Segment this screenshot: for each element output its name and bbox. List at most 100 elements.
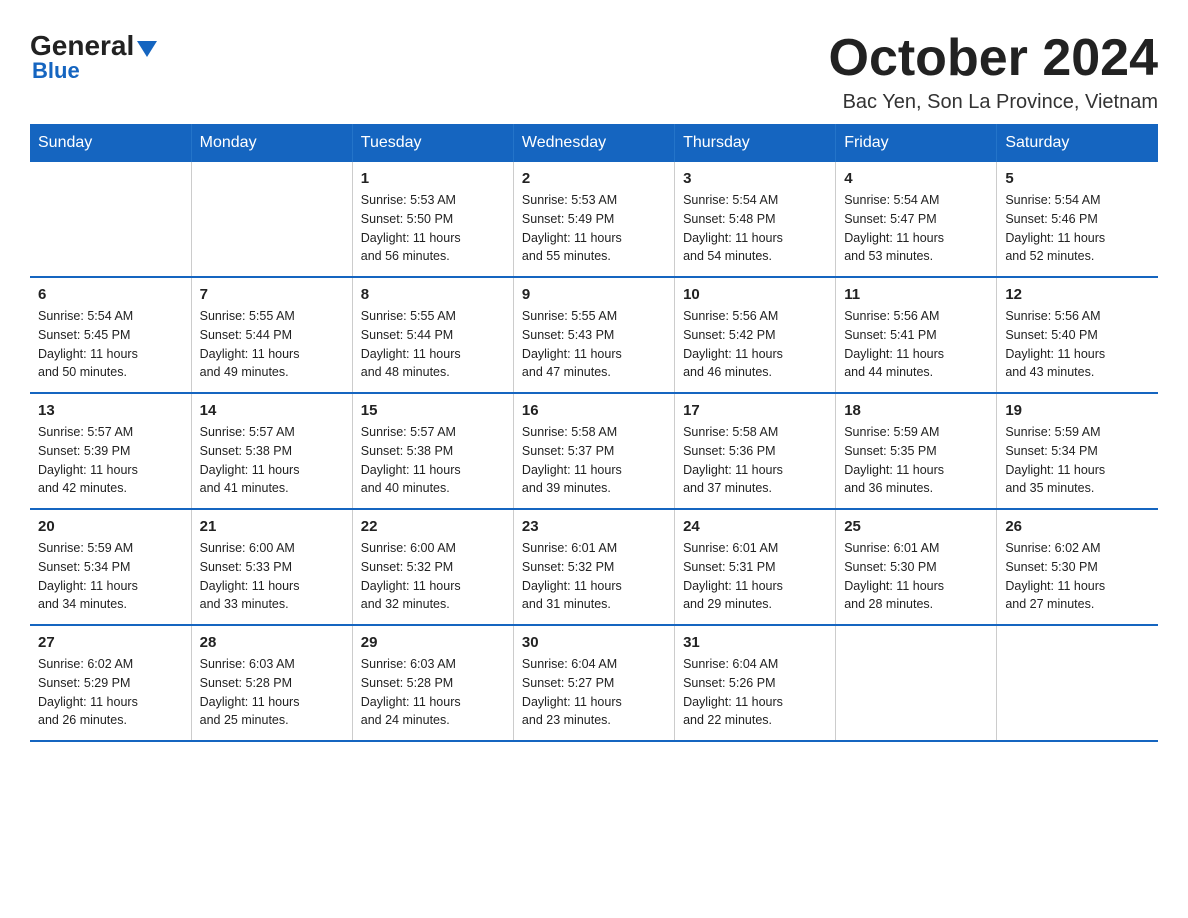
weekday-header-thursday: Thursday — [675, 124, 836, 162]
calendar-cell: 15 Sunrise: 5:57 AM Sunset: 5:38 PM Dayli… — [352, 393, 513, 509]
calendar-week-row: 27Sunrise: 6:02 AM Sunset: 5:29 PM Dayli… — [30, 625, 1158, 741]
calendar-cell: 17Sunrise: 5:58 AM Sunset: 5:36 PM Dayli… — [675, 393, 836, 509]
calendar-cell: 30Sunrise: 6:04 AM Sunset: 5:27 PM Dayli… — [513, 625, 674, 741]
day-number: 31 — [683, 634, 827, 651]
calendar-cell: 25 Sunrise: 6:01 AM Sunset: 5:30 PM Dayli… — [836, 509, 997, 625]
calendar-cell: 12 Sunrise: 5:56 AM Sunset: 5:40 PM Dayli… — [997, 277, 1158, 393]
calendar-cell — [191, 162, 352, 277]
day-number: 5 — [1005, 170, 1150, 187]
day-number: 26 — [1005, 518, 1150, 535]
day-info: Sunrise: 5:54 AM Sunset: 5:48 PM Dayligh… — [683, 191, 827, 266]
day-number: 28 — [200, 634, 344, 651]
calendar-week-row: 20Sunrise: 5:59 AM Sunset: 5:34 PM Dayli… — [30, 509, 1158, 625]
month-title: October 2024 — [829, 30, 1159, 87]
day-number: 23 — [522, 518, 666, 535]
day-number: 1 — [361, 170, 505, 187]
day-info: Sunrise: 5:56 AM Sunset: 5:42 PM Dayligh… — [683, 307, 827, 382]
logo-blue-text: Blue — [32, 58, 80, 84]
calendar-cell: 4Sunrise: 5:54 AM Sunset: 5:47 PM Daylig… — [836, 162, 997, 277]
day-number: 20 — [38, 518, 183, 535]
day-info: Sunrise: 5:59 AM Sunset: 5:35 PM Dayligh… — [844, 423, 988, 498]
day-info: Sunrise: 6:02 AM Sunset: 5:29 PM Dayligh… — [38, 655, 183, 730]
calendar-cell — [836, 625, 997, 741]
day-info: Sunrise: 6:03 AM Sunset: 5:28 PM Dayligh… — [200, 655, 344, 730]
day-number: 16 — [522, 402, 666, 419]
calendar-cell: 1 Sunrise: 5:53 AM Sunset: 5:50 PM Daylig… — [352, 162, 513, 277]
day-number: 7 — [200, 286, 344, 303]
calendar-cell: 19 Sunrise: 5:59 AM Sunset: 5:34 PM Dayli… — [997, 393, 1158, 509]
day-number: 3 — [683, 170, 827, 187]
day-number: 13 — [38, 402, 183, 419]
day-info: Sunrise: 5:57 AM Sunset: 5:38 PM Dayligh… — [361, 423, 505, 498]
calendar-cell: 11 Sunrise: 5:56 AM Sunset: 5:41 PM Dayli… — [836, 277, 997, 393]
day-number: 15 — [361, 402, 505, 419]
day-info: Sunrise: 5:54 AM Sunset: 5:46 PM Dayligh… — [1005, 191, 1150, 266]
day-info: Sunrise: 5:58 AM Sunset: 5:36 PM Dayligh… — [683, 423, 827, 498]
day-number: 21 — [200, 518, 344, 535]
calendar-week-row: 13 Sunrise: 5:57 AM Sunset: 5:39 PM Dayli… — [30, 393, 1158, 509]
day-number: 11 — [844, 286, 988, 303]
day-number: 8 — [361, 286, 505, 303]
day-info: Sunrise: 5:55 AM Sunset: 5:44 PM Dayligh… — [200, 307, 344, 382]
calendar-cell: 10 Sunrise: 5:56 AM Sunset: 5:42 PM Dayli… — [675, 277, 836, 393]
weekday-header-saturday: Saturday — [997, 124, 1158, 162]
calendar-header: SundayMondayTuesdayWednesdayThursdayFrid… — [30, 124, 1158, 162]
day-number: 2 — [522, 170, 666, 187]
logo-triangle-icon — [137, 41, 157, 57]
weekday-header-friday: Friday — [836, 124, 997, 162]
calendar-week-row: 6Sunrise: 5:54 AM Sunset: 5:45 PM Daylig… — [30, 277, 1158, 393]
calendar-cell: 14Sunrise: 5:57 AM Sunset: 5:38 PM Dayli… — [191, 393, 352, 509]
day-info: Sunrise: 6:01 AM Sunset: 5:32 PM Dayligh… — [522, 539, 666, 614]
calendar-cell: 24Sunrise: 6:01 AM Sunset: 5:31 PM Dayli… — [675, 509, 836, 625]
day-info: Sunrise: 6:02 AM Sunset: 5:30 PM Dayligh… — [1005, 539, 1150, 614]
calendar-cell: 13 Sunrise: 5:57 AM Sunset: 5:39 PM Dayli… — [30, 393, 191, 509]
day-info: Sunrise: 6:01 AM Sunset: 5:30 PM Dayligh… — [844, 539, 988, 614]
day-info: Sunrise: 6:04 AM Sunset: 5:26 PM Dayligh… — [683, 655, 827, 730]
calendar-cell: 16 Sunrise: 5:58 AM Sunset: 5:37 PM Dayli… — [513, 393, 674, 509]
day-info: Sunrise: 5:58 AM Sunset: 5:37 PM Dayligh… — [522, 423, 666, 498]
day-number: 29 — [361, 634, 505, 651]
calendar-cell: 18 Sunrise: 5:59 AM Sunset: 5:35 PM Dayli… — [836, 393, 997, 509]
day-number: 30 — [522, 634, 666, 651]
calendar-cell — [997, 625, 1158, 741]
day-info: Sunrise: 5:56 AM Sunset: 5:40 PM Dayligh… — [1005, 307, 1150, 382]
day-info: Sunrise: 5:53 AM Sunset: 5:50 PM Dayligh… — [361, 191, 505, 266]
location-text: Bac Yen, Son La Province, Vietnam — [829, 91, 1159, 114]
calendar-cell: 2Sunrise: 5:53 AM Sunset: 5:49 PM Daylig… — [513, 162, 674, 277]
calendar-cell: 28 Sunrise: 6:03 AM Sunset: 5:28 PM Dayli… — [191, 625, 352, 741]
calendar-cell: 31 Sunrise: 6:04 AM Sunset: 5:26 PM Dayli… — [675, 625, 836, 741]
day-info: Sunrise: 5:59 AM Sunset: 5:34 PM Dayligh… — [1005, 423, 1150, 498]
calendar-body: 1 Sunrise: 5:53 AM Sunset: 5:50 PM Daylig… — [30, 162, 1158, 741]
day-number: 12 — [1005, 286, 1150, 303]
calendar-table: SundayMondayTuesdayWednesdayThursdayFrid… — [30, 124, 1158, 742]
day-info: Sunrise: 5:56 AM Sunset: 5:41 PM Dayligh… — [844, 307, 988, 382]
calendar-cell: 3 Sunrise: 5:54 AM Sunset: 5:48 PM Daylig… — [675, 162, 836, 277]
calendar-cell: 9Sunrise: 5:55 AM Sunset: 5:43 PM Daylig… — [513, 277, 674, 393]
calendar-cell: 29Sunrise: 6:03 AM Sunset: 5:28 PM Dayli… — [352, 625, 513, 741]
calendar-cell: 26 Sunrise: 6:02 AM Sunset: 5:30 PM Dayli… — [997, 509, 1158, 625]
calendar-week-row: 1 Sunrise: 5:53 AM Sunset: 5:50 PM Daylig… — [30, 162, 1158, 277]
calendar-cell: 23 Sunrise: 6:01 AM Sunset: 5:32 PM Dayli… — [513, 509, 674, 625]
day-info: Sunrise: 5:55 AM Sunset: 5:44 PM Dayligh… — [361, 307, 505, 382]
weekday-header-wednesday: Wednesday — [513, 124, 674, 162]
day-info: Sunrise: 5:57 AM Sunset: 5:39 PM Dayligh… — [38, 423, 183, 498]
weekday-header-tuesday: Tuesday — [352, 124, 513, 162]
day-number: 18 — [844, 402, 988, 419]
day-number: 10 — [683, 286, 827, 303]
day-number: 19 — [1005, 402, 1150, 419]
day-info: Sunrise: 5:54 AM Sunset: 5:47 PM Dayligh… — [844, 191, 988, 266]
day-number: 14 — [200, 402, 344, 419]
calendar-cell: 5 Sunrise: 5:54 AM Sunset: 5:46 PM Daylig… — [997, 162, 1158, 277]
day-info: Sunrise: 6:00 AM Sunset: 5:32 PM Dayligh… — [361, 539, 505, 614]
calendar-cell: 20Sunrise: 5:59 AM Sunset: 5:34 PM Dayli… — [30, 509, 191, 625]
day-info: Sunrise: 6:00 AM Sunset: 5:33 PM Dayligh… — [200, 539, 344, 614]
logo: General Blue — [30, 30, 157, 84]
weekday-header-sunday: Sunday — [30, 124, 191, 162]
weekday-header-row: SundayMondayTuesdayWednesdayThursdayFrid… — [30, 124, 1158, 162]
day-number: 25 — [844, 518, 988, 535]
day-info: Sunrise: 5:55 AM Sunset: 5:43 PM Dayligh… — [522, 307, 666, 382]
calendar-cell: 8 Sunrise: 5:55 AM Sunset: 5:44 PM Daylig… — [352, 277, 513, 393]
weekday-header-monday: Monday — [191, 124, 352, 162]
page-header: General Blue October 2024 Bac Yen, Son L… — [30, 30, 1158, 114]
day-number: 22 — [361, 518, 505, 535]
